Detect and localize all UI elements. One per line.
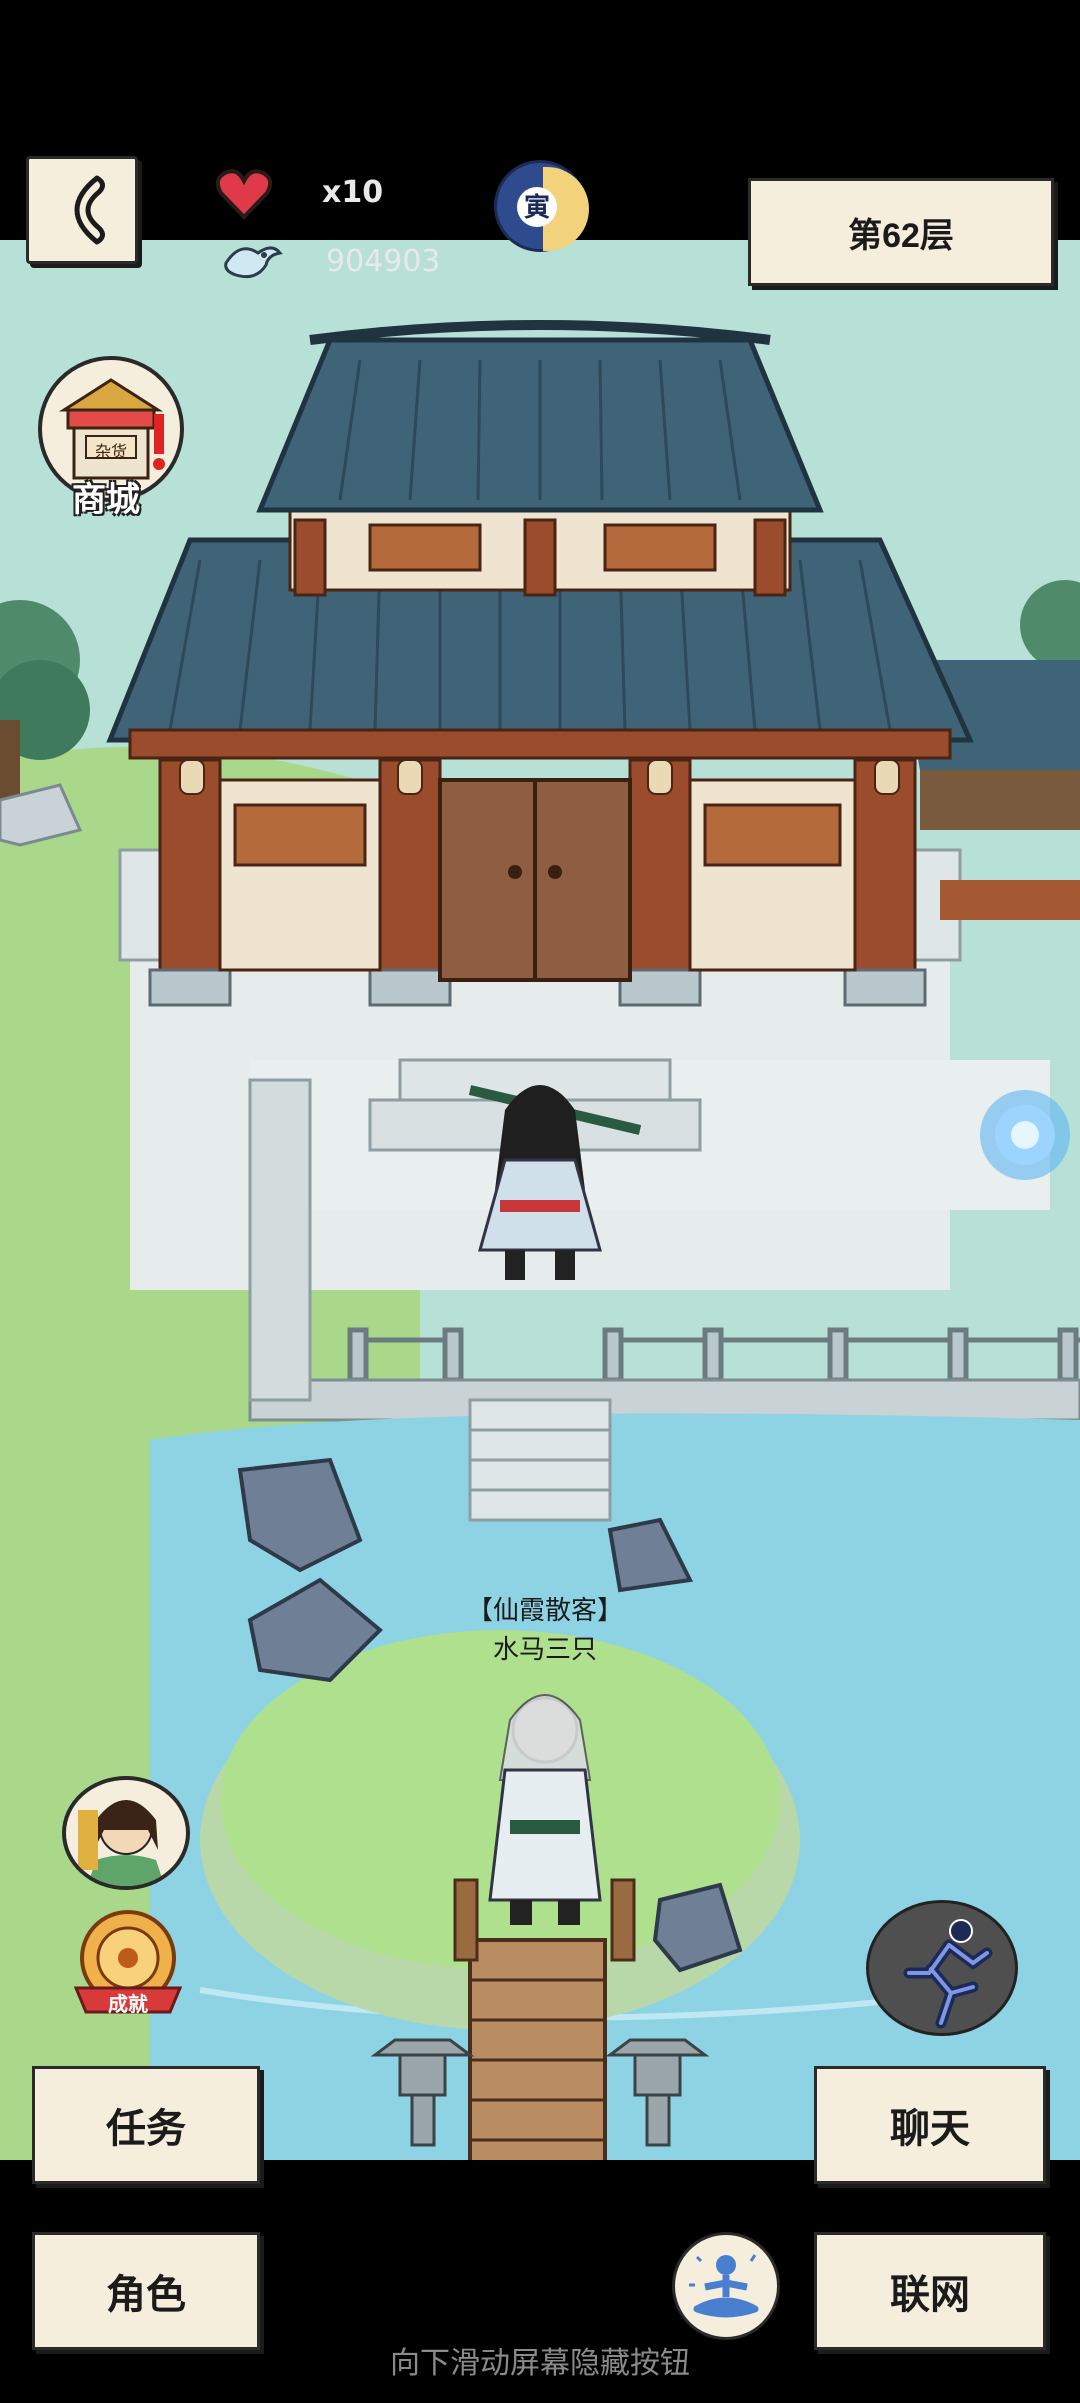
night-badge-glyph: 寅: [517, 187, 557, 227]
online-button[interactable]: 联网: [814, 2232, 1046, 2350]
night-time-badge[interactable]: 寅: [494, 160, 589, 252]
achievement-label: 成就: [108, 1994, 148, 2016]
spirit-bird-icon: [220, 235, 284, 285]
back-arrow-icon: [74, 175, 105, 245]
npc-nameplate[interactable]: 【仙霞散客】 水马三只: [430, 1590, 660, 1666]
back-button[interactable]: [26, 156, 138, 264]
meditate-button[interactable]: [672, 2232, 780, 2340]
npc-title: 【仙霞散客】: [466, 1595, 623, 1625]
tasks-button[interactable]: 任务: [32, 2066, 260, 2184]
companion-portrait-icon: [78, 1800, 165, 1886]
companion-avatar-button[interactable]: [62, 1776, 190, 1890]
portal-orb: [980, 1090, 1070, 1180]
chat-button[interactable]: 聊天: [814, 2066, 1046, 2184]
achievement-button[interactable]: 成就: [62, 1904, 194, 2022]
lives-count: x10: [322, 175, 384, 210]
currency-amount: 904903: [326, 244, 441, 279]
floor-label: 第62层: [848, 216, 954, 255]
running-man-icon: [903, 1919, 993, 2029]
character-button-label: 角色: [106, 2273, 186, 2317]
shop-sign: 杂货: [94, 444, 127, 461]
online-button-label: 联网: [890, 2273, 970, 2317]
footer-hint: 向下滑动屏幕隐藏按钮: [390, 2347, 690, 2380]
character-button[interactable]: 角色: [32, 2232, 260, 2350]
chat-button-label: 聊天: [890, 2107, 970, 2151]
tasks-button-label: 任务: [106, 2107, 186, 2151]
heart-icon: [215, 165, 273, 223]
sprint-button[interactable]: [866, 1900, 1018, 2036]
npc-name: 水马三只: [492, 1634, 597, 1664]
meditation-icon: [689, 2254, 759, 2318]
floor-indicator: 第62层: [748, 178, 1054, 286]
shop-label: 商城: [72, 481, 140, 519]
